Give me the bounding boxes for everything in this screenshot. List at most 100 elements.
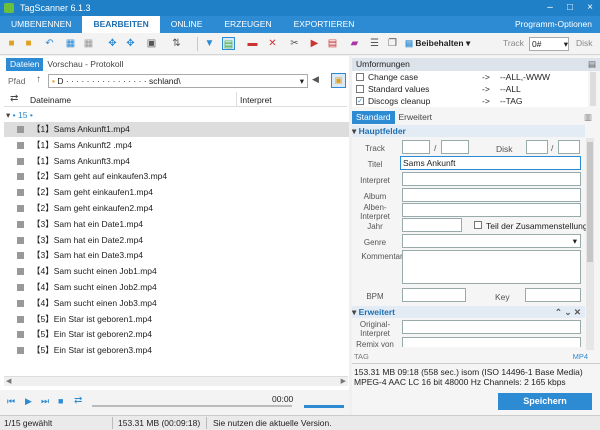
- play-icon[interactable]: ▶: [25, 396, 32, 407]
- editor-scrollbar[interactable]: [586, 138, 594, 350]
- move-icon[interactable]: ✥: [106, 37, 119, 50]
- filter-icon[interactable]: ▼: [203, 37, 216, 50]
- columns-icon[interactable]: ▣: [145, 37, 158, 50]
- scroll-left-icon[interactable]: ◀: [6, 377, 11, 385]
- file-row[interactable]: 【2】Sam geht einkaufen2.mp4: [4, 201, 349, 216]
- program-options-link[interactable]: Programm-Optionen: [515, 16, 592, 33]
- image-icon[interactable]: ▤: [222, 37, 235, 50]
- file-row[interactable]: 【3】Sam hat ein Date3.mp4: [4, 248, 349, 263]
- transform-checkbox-2[interactable]: ✓: [356, 97, 364, 105]
- key-input[interactable]: [525, 288, 581, 302]
- scroll-right-icon[interactable]: ▶: [341, 377, 346, 385]
- tab-dateien[interactable]: Dateien: [6, 58, 44, 71]
- layout-icon[interactable]: ▥: [584, 112, 592, 123]
- menu-online[interactable]: ONLINE: [160, 16, 214, 33]
- mode-dropdown[interactable]: ▤ Beibehalten ▾: [403, 37, 501, 51]
- repeat-icon[interactable]: ⇄: [74, 395, 82, 406]
- menu-exportieren[interactable]: EXPORTIEREN: [283, 16, 366, 33]
- comment-input[interactable]: [402, 250, 581, 284]
- list-icon[interactable]: ☰: [368, 37, 381, 50]
- file-row[interactable]: 【3】Sam hat ein Date2.mp4: [4, 233, 349, 248]
- folder-browse-icon[interactable]: ▣: [331, 73, 346, 88]
- sort-icon[interactable]: ⇅: [170, 37, 183, 50]
- column-interpret[interactable]: Interpret: [240, 95, 272, 105]
- file-row[interactable]: 【1】Sams Ankunft3.mp4: [4, 154, 349, 169]
- close-icon[interactable]: ×: [580, 0, 600, 16]
- shuffle-icon[interactable]: ⇄: [10, 93, 18, 104]
- prev-icon[interactable]: ⏮: [7, 396, 15, 407]
- transform-checkbox-0[interactable]: [356, 73, 364, 81]
- erweitert-section[interactable]: ▾ Erweitert ⌃ ⌄ ✕: [352, 306, 585, 318]
- move-alt-icon[interactable]: ✥: [124, 37, 137, 50]
- bpm-input[interactable]: [402, 288, 466, 302]
- file-row[interactable]: 【4】Sam sucht einen Job3.mp4: [4, 296, 349, 311]
- group-header[interactable]: ▾ • 15 •: [6, 109, 33, 121]
- remove-icon[interactable]: ✕: [266, 37, 279, 50]
- horizontal-scrollbar[interactable]: ◀ ▶: [4, 376, 348, 386]
- disk-input[interactable]: [526, 140, 548, 154]
- collapse-icon[interactable]: ▾: [6, 110, 10, 120]
- file-row[interactable]: 【5】Ein Star ist geboren1.mp4: [4, 312, 349, 327]
- up-arrow-icon[interactable]: ↑: [36, 74, 41, 85]
- clear-tag-icon[interactable]: ▬: [246, 37, 259, 50]
- title-input[interactable]: Sams Ankunft: [400, 156, 581, 170]
- grid-icon[interactable]: ▦: [64, 37, 77, 50]
- volume-slider[interactable]: [304, 405, 344, 408]
- file-row[interactable]: 【4】Sam sucht einen Job2.mp4: [4, 280, 349, 295]
- tab-vorschau[interactable]: Vorschau - Protokoll: [43, 58, 127, 71]
- doc-icon[interactable]: ▤: [326, 37, 339, 50]
- track-input[interactable]: [402, 140, 430, 154]
- track-counter-input[interactable]: 0# ▾: [529, 37, 569, 51]
- menu-erzeugen[interactable]: ERZEUGEN: [213, 16, 282, 33]
- save-button[interactable]: Speichern: [498, 393, 592, 410]
- undo-icon[interactable]: ↶: [43, 37, 56, 50]
- add-folder-icon[interactable]: ■: [22, 37, 35, 50]
- transform-row-1[interactable]: Standard values -> --ALL: [352, 83, 588, 95]
- genre-dropdown[interactable]: ▾: [402, 234, 581, 248]
- file-row[interactable]: 【3】Sam hat ein Date1.mp4: [4, 217, 349, 232]
- open-folder-icon[interactable]: ■: [5, 37, 18, 50]
- tag-icon[interactable]: ▰: [348, 37, 361, 50]
- path-input[interactable]: ▪ D · · · · · · · · · · · · · · · · schl…: [48, 74, 308, 88]
- next-icon[interactable]: ⏭: [41, 396, 49, 407]
- editor-scroll-thumb[interactable]: [587, 142, 593, 262]
- transform-scrollbar[interactable]: [590, 72, 596, 106]
- section-arrows-icon[interactable]: ⌃ ⌄ ✕: [555, 306, 581, 318]
- play-doc-icon[interactable]: ▶: [308, 37, 321, 50]
- file-row[interactable]: 【1】Sams Ankunft2 .mp4: [4, 138, 349, 153]
- tab-erweitert[interactable]: Erweitert: [395, 111, 437, 124]
- tab-standard[interactable]: Standard: [352, 111, 395, 124]
- album-input[interactable]: [402, 188, 581, 202]
- remix-input[interactable]: [402, 337, 581, 347]
- minimize-icon[interactable]: –: [540, 0, 560, 16]
- file-row[interactable]: 【5】Ein Star ist geboren3.mp4: [4, 343, 349, 358]
- file-row[interactable]: 【2】Sam geht einkaufen1.mp4: [4, 185, 349, 200]
- file-row[interactable]: 【5】Ein Star ist geboren2.mp4: [4, 327, 349, 342]
- cut-icon[interactable]: ✂: [288, 37, 301, 50]
- panel-icon[interactable]: ▤: [588, 58, 596, 71]
- file-row[interactable]: 【2】Sam geht auf einkaufen3.mp4: [4, 169, 349, 184]
- copy-icon[interactable]: ❐: [386, 37, 399, 50]
- column-dateiname[interactable]: Dateiname: [30, 95, 71, 105]
- transform-checkbox-1[interactable]: [356, 85, 364, 93]
- maximize-icon[interactable]: □: [560, 0, 580, 16]
- file-row[interactable]: 【1】Sams Ankunft1.mp4: [4, 122, 349, 137]
- seek-bar[interactable]: [92, 405, 292, 407]
- file-row[interactable]: 【4】Sam sucht einen Job1.mp4: [4, 264, 349, 279]
- transform-row-2[interactable]: ✓ Discogs cleanup -> --TAG: [352, 95, 588, 107]
- disk-total-input[interactable]: [558, 140, 580, 154]
- menu-bearbeiten[interactable]: BEARBEITEN: [82, 16, 160, 33]
- original-artist-input[interactable]: [402, 320, 581, 334]
- year-input[interactable]: [402, 218, 462, 232]
- transform-row-0[interactable]: Change case -> --ALL,-WWW: [352, 71, 588, 83]
- album-artist-input[interactable]: [402, 203, 581, 217]
- hauptfelder-section[interactable]: ▾ Hauptfelder: [352, 125, 585, 137]
- nav-back-icon[interactable]: ◀: [312, 74, 319, 85]
- track-total-input[interactable]: [441, 140, 469, 154]
- grid-off-icon[interactable]: ▦: [82, 37, 95, 50]
- compilation-checkbox[interactable]: [474, 221, 482, 229]
- transform-value-2: --TAG: [500, 96, 523, 106]
- artist-input[interactable]: [402, 172, 581, 186]
- stop-icon[interactable]: ■: [58, 396, 63, 406]
- menu-umbenennen[interactable]: UMBENENNEN: [0, 16, 82, 33]
